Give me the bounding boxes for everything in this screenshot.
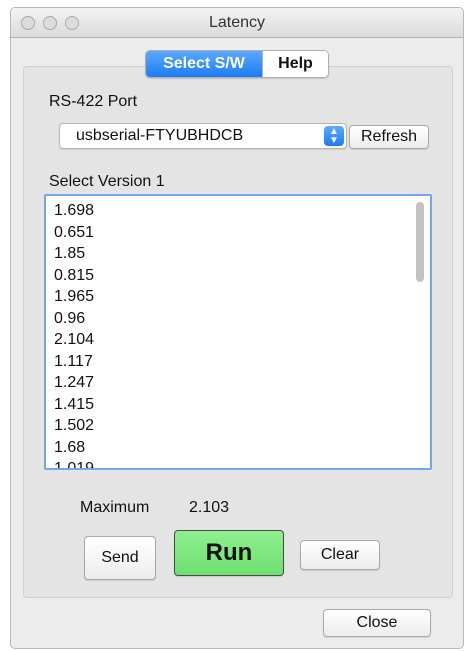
list-item[interactable]: 1.415 (54, 394, 94, 416)
list-item[interactable]: 2.104 (54, 329, 94, 351)
version-list[interactable]: 1.698 0.651 1.85 0.815 1.965 0.96 2.104 … (44, 194, 432, 470)
maximum-value: 2.103 (189, 499, 230, 516)
list-item[interactable]: 1.502 (54, 415, 94, 437)
refresh-button[interactable]: Refresh (349, 125, 429, 149)
list-item[interactable]: 1.965 (54, 286, 94, 308)
list-item[interactable]: 0.651 (54, 222, 94, 244)
list-item[interactable]: 0.815 (54, 265, 94, 287)
list-item[interactable]: 1.117 (54, 351, 94, 373)
list-item[interactable]: 1.247 (54, 372, 94, 394)
list-item[interactable]: 1.019 (54, 458, 94, 468)
port-label: RS-422 Port (49, 93, 138, 110)
tab-select-sw[interactable]: Select S/W (146, 51, 262, 77)
version-label: Select Version 1 (49, 173, 165, 190)
port-select[interactable]: usbserial-FTYUBHDCB ▲ ▼ (59, 123, 347, 149)
list-item[interactable]: 1.68 (54, 437, 94, 459)
app-window: Latency Select S/W Help RS-422 Port usbs… (10, 7, 464, 649)
tab-bar: Select S/W Help (145, 50, 329, 78)
tab-help[interactable]: Help (262, 51, 328, 77)
list-item[interactable]: 0.96 (54, 308, 94, 330)
run-button[interactable]: Run (174, 530, 284, 576)
list-item[interactable]: 1.698 (54, 200, 94, 222)
send-button[interactable]: Send (84, 536, 156, 580)
list-scrollbar[interactable] (416, 202, 424, 282)
close-button[interactable]: Close (323, 609, 431, 637)
version-list-items: 1.698 0.651 1.85 0.815 1.965 0.96 2.104 … (54, 200, 94, 468)
window-title: Latency (208, 14, 266, 31)
updown-chevron-icon: ▲ ▼ (324, 126, 344, 146)
port-select-value: usbserial-FTYUBHDCB (76, 127, 244, 144)
title-bar: Latency (11, 8, 463, 38)
clear-button[interactable]: Clear (300, 540, 380, 570)
maximum-label: Maximum (80, 499, 150, 516)
list-item[interactable]: 1.85 (54, 243, 94, 265)
